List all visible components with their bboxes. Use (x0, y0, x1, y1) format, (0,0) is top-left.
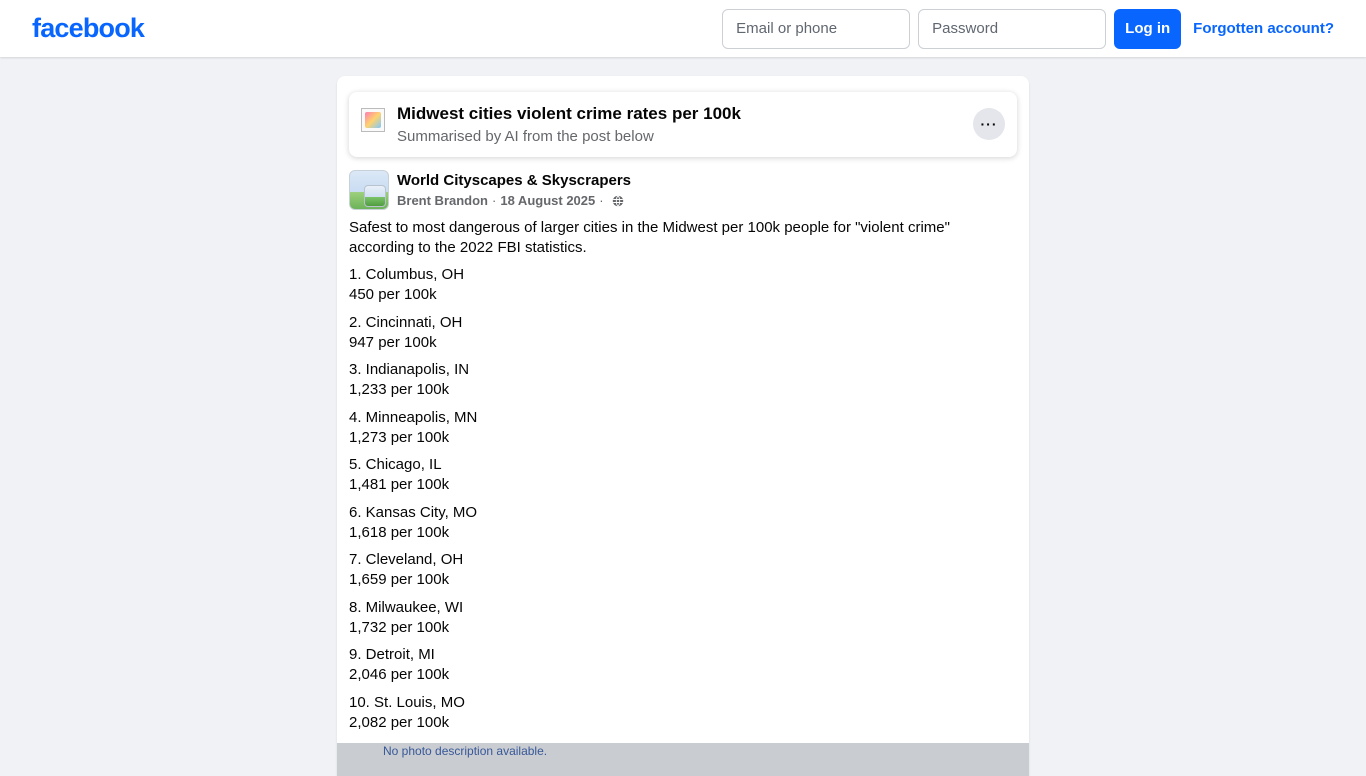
forgotten-account-link[interactable]: Forgotten account? (1193, 20, 1334, 37)
city-name: 3. Indianapolis, IN (349, 361, 470, 378)
crime-rate: 450 per 100k (349, 286, 437, 303)
author-link[interactable]: Brent Brandon (397, 193, 488, 208)
list-item: 6. Kansas City, MO 1,618 per 100k (349, 503, 989, 543)
login-button[interactable]: Log in (1114, 8, 1182, 49)
post-header: World Cityscapes & Skyscrapers Brent Bra… (349, 170, 1017, 210)
list-item: 7. Cleveland, OH 1,659 per 100k (349, 550, 989, 590)
summary-title: Midwest cities violent crime rates per 1… (397, 104, 741, 123)
city-name: 1. Columbus, OH (349, 266, 465, 283)
summary-thumbnail (361, 108, 385, 132)
globe-icon (612, 194, 623, 207)
city-name: 6. Kansas City, MO (349, 503, 478, 521)
meta-separator: · (599, 193, 604, 208)
list-item: 8. Milwaukee, WI 1,732 per 100k (349, 598, 989, 638)
post-date-link[interactable]: 18 August 2025 (500, 193, 595, 208)
post-photo[interactable]: No photo description available. (337, 743, 1029, 776)
crime-rate: 1,659 per 100k (349, 571, 450, 588)
list-item: 4. Minneapolis, MN 1,273 per 100k (349, 408, 989, 448)
page-avatar[interactable] (349, 170, 389, 210)
crime-rate: 2,046 per 100k (349, 666, 450, 683)
crime-rate: 947 per 100k (349, 333, 437, 351)
list-item: 5. Chicago, IL 1,481 per 100k (349, 455, 989, 495)
city-name: 2. Cincinnati, OH (349, 313, 463, 331)
post-card: Midwest cities violent crime rates per 1… (337, 76, 1029, 776)
crime-rate: 1,273 per 100k (349, 428, 450, 446)
login-form: Log in Forgotten account? (722, 8, 1334, 49)
password-field[interactable] (918, 8, 1107, 49)
top-navigation-bar: facebook Log in Forgotten account? (0, 0, 1366, 57)
page-name-link[interactable]: World Cityscapes & Skyscrapers (397, 172, 631, 189)
list-item: 1. Columbus, OH 450 per 100k (349, 265, 989, 305)
post-meta: Brent Brandon · 18 August 2025 · (397, 193, 624, 208)
list-item: 2. Cincinnati, OH 947 per 100k (349, 313, 989, 353)
ai-image-icon (365, 112, 381, 128)
crime-rate: 2,082 per 100k (349, 713, 450, 731)
summary-subtitle: Summarised by AI from the post below (397, 128, 654, 145)
city-name: 7. Cleveland, OH (349, 551, 464, 568)
crime-rate: 1,618 per 100k (349, 523, 450, 541)
post-text: Safest to most dangerous of larger citie… (349, 218, 989, 740)
more-horizontal-icon: ··· (980, 116, 998, 132)
city-name: 5. Chicago, IL (349, 456, 442, 473)
meta-separator: · (492, 193, 497, 208)
crime-rate: 1,732 per 100k (349, 618, 450, 636)
list-item: 3. Indianapolis, IN 1,233 per 100k (349, 360, 989, 400)
crime-rate: 1,481 per 100k (349, 476, 450, 493)
email-field[interactable] (722, 8, 911, 49)
photo-alt-text: No photo description available. (383, 744, 547, 758)
crime-rate: 1,233 per 100k (349, 381, 450, 398)
ai-summary-box[interactable]: Midwest cities violent crime rates per 1… (349, 92, 1017, 157)
city-name: 9. Detroit, MI (349, 646, 435, 663)
avatar-image (364, 185, 386, 207)
photo-alt-label: No photo description available. (383, 744, 548, 758)
list-item: 9. Detroit, MI 2,046 per 100k (349, 645, 989, 685)
list-item: 10. St. Louis, MO 2,082 per 100k (349, 693, 989, 733)
more-options-button[interactable]: ··· (973, 108, 1005, 140)
post-intro: Safest to most dangerous of larger citie… (349, 219, 950, 256)
city-name: 8. Milwaukee, WI (349, 598, 464, 616)
city-name: 4. Minneapolis, MN (349, 408, 478, 426)
ranking-list: 1. Columbus, OH 450 per 100k 2. Cincinnati… (349, 265, 989, 733)
facebook-logo[interactable]: facebook (32, 13, 145, 44)
city-name: 10. St. Louis, MO (349, 693, 465, 711)
